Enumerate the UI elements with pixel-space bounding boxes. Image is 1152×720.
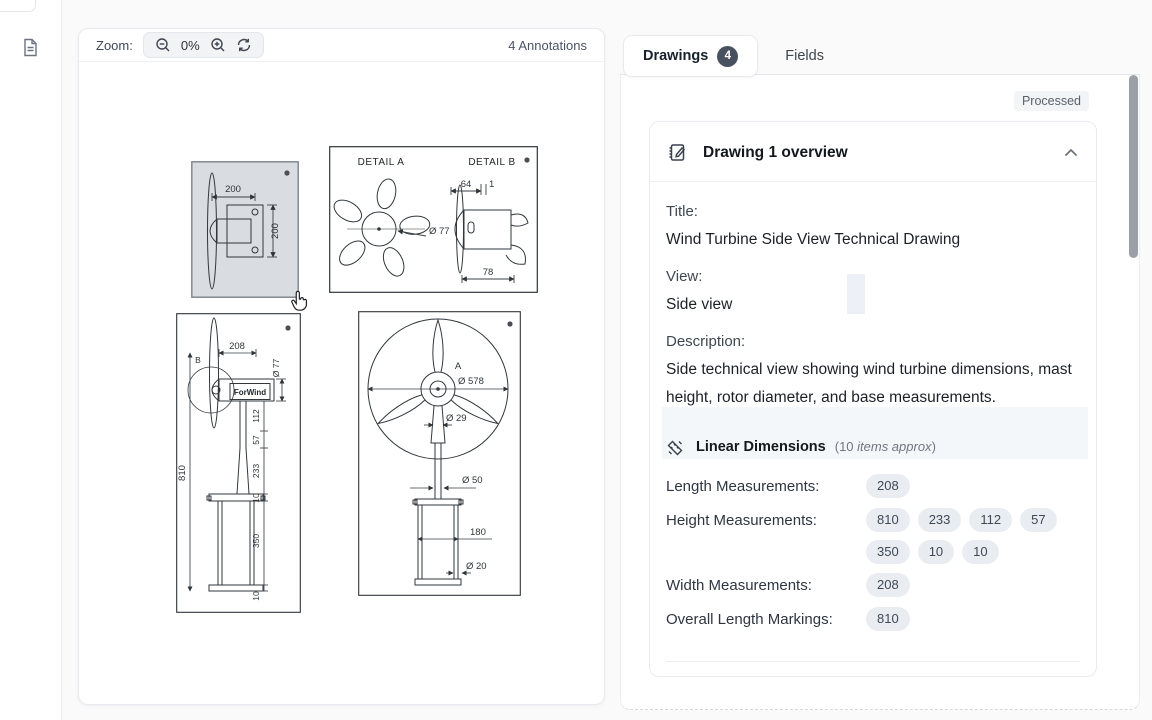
annotation-dot bbox=[507, 321, 512, 326]
svg-text:810: 810 bbox=[177, 465, 188, 481]
annotation-dot bbox=[524, 157, 529, 162]
row-width-measurements: Width Measurements: 208 bbox=[666, 573, 1080, 598]
items-approx-note: (10 items approx) bbox=[835, 439, 936, 454]
dimension-pill: 810 bbox=[866, 508, 910, 532]
field-title: Title: Wind Turbine Side View Technical … bbox=[666, 198, 1080, 254]
zoom-value: 0% bbox=[181, 38, 200, 53]
notebook-edit-icon bbox=[667, 142, 688, 163]
section-divider bbox=[666, 661, 1080, 662]
overview-header[interactable]: Drawing 1 overview bbox=[650, 122, 1096, 181]
svg-text:B: B bbox=[195, 355, 201, 365]
svg-text:233: 233 bbox=[251, 464, 261, 478]
viewer-toolbar: Zoom: 0% 4 Annotat bbox=[79, 29, 604, 62]
linear-dimensions-section: Linear Dimensions (10 items approx) Leng… bbox=[666, 439, 1080, 632]
row-length-measurements: Length Measurements: 208 bbox=[666, 474, 1080, 499]
details-panel: Drawings 4 Fields Processed Drawing 1 ov… bbox=[620, 28, 1140, 710]
svg-text:180: 180 bbox=[470, 527, 486, 538]
drawing-thumbnail-3[interactable]: B ForWind 208 Ø 77 112 57 233 10 350 10 … bbox=[176, 313, 301, 613]
svg-text:10: 10 bbox=[251, 591, 261, 601]
svg-text:350: 350 bbox=[251, 534, 261, 548]
svg-text:DETAIL A: DETAIL A bbox=[358, 157, 405, 168]
zoom-reset-button[interactable] bbox=[236, 37, 252, 53]
status-row: Processed bbox=[621, 75, 1139, 111]
svg-text:112: 112 bbox=[251, 409, 261, 423]
drawing-thumbnail-4[interactable]: A Ø 578 Ø 29 Ø 50 180 Ø 20 bbox=[358, 311, 521, 596]
dimension-pill: 10 bbox=[918, 540, 954, 564]
svg-text:78: 78 bbox=[483, 267, 494, 278]
panel-tabs: Drawings 4 Fields bbox=[620, 28, 1140, 74]
svg-text:10: 10 bbox=[251, 493, 261, 503]
svg-text:57: 57 bbox=[251, 435, 261, 445]
drawing-thumbnail-2[interactable]: DETAIL A DETAIL B 64 1 bbox=[329, 146, 538, 293]
dimension-pill: 810 bbox=[866, 607, 910, 631]
drawings-count-badge: 4 bbox=[717, 46, 738, 67]
document-icon[interactable] bbox=[21, 38, 40, 57]
dimension-pill: 208 bbox=[866, 474, 910, 498]
dimension-pill: 208 bbox=[866, 573, 910, 597]
svg-text:Ø 578: Ø 578 bbox=[458, 376, 484, 387]
sidebar-top-notch bbox=[0, 0, 36, 12]
svg-text:Ø 50: Ø 50 bbox=[462, 475, 483, 486]
dimension-pill: 350 bbox=[866, 540, 910, 564]
svg-text:DETAIL B: DETAIL B bbox=[468, 157, 515, 168]
overview-title: Drawing 1 overview bbox=[703, 144, 1048, 162]
drawing-thumbnail-1[interactable]: 200 200 bbox=[191, 161, 299, 298]
svg-text:208: 208 bbox=[229, 341, 245, 352]
svg-text:Ø 77: Ø 77 bbox=[429, 226, 450, 237]
mouse-pointer-cursor bbox=[288, 289, 310, 313]
svg-text:Ø 29: Ø 29 bbox=[446, 413, 467, 424]
dimension-pill: 233 bbox=[918, 508, 962, 532]
svg-text:A: A bbox=[455, 361, 462, 372]
ruler-pencil-icon bbox=[666, 439, 684, 457]
dimension-pill: 57 bbox=[1020, 508, 1056, 532]
drawing-viewer-card: Zoom: 0% 4 Annotat bbox=[78, 28, 605, 705]
svg-text:Ø 77: Ø 77 bbox=[271, 359, 281, 378]
overview-content: Title: Wind Turbine Side View Technical … bbox=[650, 182, 1096, 632]
dimension-pill: 10 bbox=[962, 540, 998, 564]
svg-text:1: 1 bbox=[489, 179, 494, 190]
svg-text:200: 200 bbox=[225, 184, 241, 195]
left-sidebar bbox=[0, 0, 62, 720]
panel-body: Processed Drawing 1 overview bbox=[620, 74, 1140, 710]
tab-drawings[interactable]: Drawings 4 bbox=[623, 35, 758, 77]
linear-dimensions-header: Linear Dimensions (10 items approx) bbox=[666, 439, 1080, 457]
svg-text:Ø 20: Ø 20 bbox=[466, 561, 487, 572]
zoom-label: Zoom: bbox=[96, 38, 133, 53]
dimension-rows: Length Measurements: 208 Height Measurem… bbox=[666, 474, 1080, 632]
annotation-dot bbox=[284, 170, 289, 175]
chevron-up-icon[interactable] bbox=[1063, 145, 1079, 161]
svg-text:64: 64 bbox=[461, 179, 472, 190]
zoom-out-button[interactable] bbox=[155, 37, 171, 53]
row-height-measurements: Height Measurements: 810 233 112 57 350 … bbox=[666, 508, 1080, 564]
annotations-count: 4 Annotations bbox=[508, 38, 587, 53]
field-view: View: Side view bbox=[666, 263, 1080, 319]
svg-text:200: 200 bbox=[270, 223, 281, 239]
status-badge: Processed bbox=[1014, 91, 1089, 111]
tab-fields[interactable]: Fields bbox=[758, 35, 851, 77]
panel-scrollbar-thumb[interactable] bbox=[1129, 75, 1138, 258]
svg-text:ForWind: ForWind bbox=[234, 388, 266, 397]
drawing-overview-card: Drawing 1 overview Title: Wind Turbine S… bbox=[649, 121, 1097, 677]
field-description: Description: Side technical view showing… bbox=[666, 328, 1080, 412]
annotation-dot bbox=[285, 325, 290, 330]
zoom-in-button[interactable] bbox=[210, 37, 226, 53]
dimension-pill: 112 bbox=[969, 508, 1012, 532]
zoom-controls: 0% bbox=[143, 32, 264, 58]
row-overall-length-markings: Overall Length Markings: 810 bbox=[666, 607, 1080, 632]
